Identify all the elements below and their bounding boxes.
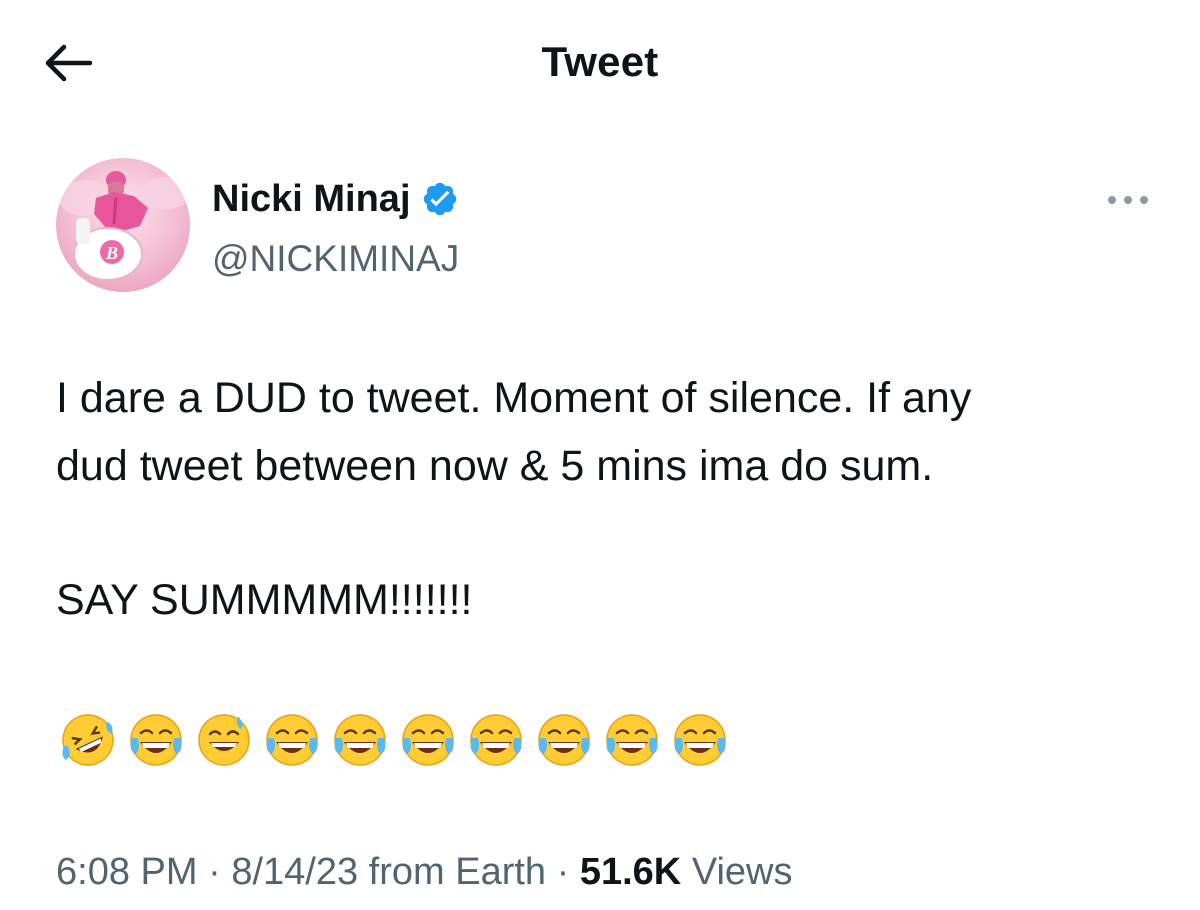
top-bar: Tweet [0, 0, 1200, 130]
tweet-source: from Earth [368, 851, 547, 893]
more-options-button[interactable] [1096, 180, 1160, 220]
face-with-tears-of-joy-emoji [398, 708, 466, 772]
tweet-metadata: 6:08 PM · 8/14/23 from Earth · 51.6K Vie… [56, 846, 793, 898]
more-horizontal-icon [1108, 196, 1148, 204]
meta-separator: · [556, 851, 570, 893]
tweet-time[interactable]: 6:08 PM [56, 851, 198, 893]
avatar[interactable]: B [56, 158, 190, 292]
face-with-tears-of-joy-emoji [602, 708, 670, 772]
author-handle[interactable]: @NICKIMINAJ [212, 236, 459, 282]
views-count[interactable]: 51.6K [580, 851, 681, 893]
views-label[interactable]: Views [692, 851, 793, 893]
face-with-tears-of-joy-emoji [330, 708, 398, 772]
tweet-author: B Nicki Minaj @NICKIMINAJ [56, 158, 1156, 298]
tweet-text-line: dud tweet between now & 5 mins ima do su… [56, 442, 934, 490]
tweet-text-line: I dare a DUD to tweet. Moment of silence… [56, 374, 972, 422]
rolling-on-floor-laughing-emoji [58, 708, 126, 772]
tweet-date[interactable]: 8/14/23 [231, 851, 358, 893]
author-name-row[interactable]: Nicki Minaj [212, 176, 459, 222]
face-with-tears-of-joy-emoji [126, 708, 194, 772]
face-with-tears-of-joy-emoji [670, 708, 738, 772]
grinning-face-with-sweat-emoji [194, 708, 262, 772]
page-title: Tweet [541, 38, 659, 85]
meta-separator: · [208, 851, 221, 893]
tweet-text-line: SAY SUMMMMM!!!!!!! [56, 576, 473, 624]
face-with-tears-of-joy-emoji [466, 708, 534, 772]
verified-badge-icon [423, 182, 456, 216]
tweet-text: I dare a DUD to tweet. Moment of silence… [56, 364, 1156, 634]
author-display-name: Nicki Minaj [212, 178, 411, 220]
emoji-row [58, 708, 738, 772]
avatar-image: B [56, 158, 190, 292]
face-with-tears-of-joy-emoji [262, 708, 330, 772]
face-with-tears-of-joy-emoji [534, 708, 602, 772]
svg-text:B: B [105, 243, 118, 263]
